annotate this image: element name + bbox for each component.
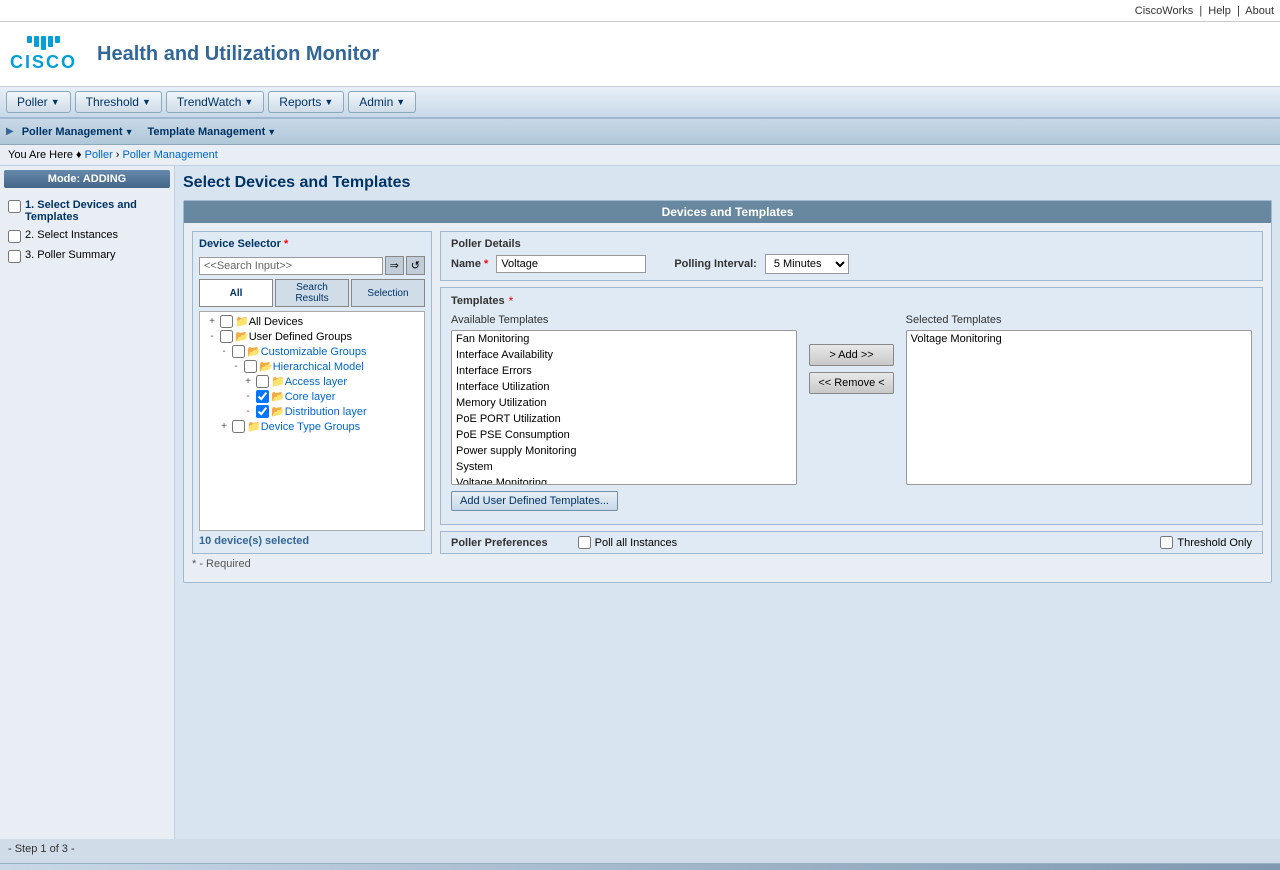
sidebar-step-3: 3. Poller Summary bbox=[4, 246, 170, 266]
search-refresh-button[interactable]: ↺ bbox=[406, 256, 425, 275]
folder-open-icon-3: 📂 bbox=[259, 360, 273, 373]
tree-checkbox-distribution[interactable] bbox=[256, 405, 269, 418]
tree-node-device-type[interactable]: + 📁 Device Type Groups bbox=[202, 419, 422, 434]
tree-checkbox-core[interactable] bbox=[256, 390, 269, 403]
tree-node-core[interactable]: - 📂 Core layer bbox=[202, 389, 422, 404]
nav-admin[interactable]: Admin ▼ bbox=[348, 91, 416, 113]
threshold-only-label: Threshold Only bbox=[1177, 537, 1252, 549]
poll-all-instances-checkbox[interactable] bbox=[578, 536, 591, 549]
help-link[interactable]: Help bbox=[1208, 5, 1231, 17]
available-templates-list[interactable]: Fan Monitoring Interface Availability In… bbox=[451, 330, 797, 485]
folder-open-icon-5: 📂 bbox=[271, 390, 285, 403]
ciscoworks-link[interactable]: CiscoWorks bbox=[1135, 5, 1193, 17]
tab-all[interactable]: All bbox=[199, 279, 273, 307]
device-tree[interactable]: + 📁 All Devices - 📂 bbox=[199, 311, 425, 531]
panel-header: Devices and Templates bbox=[184, 201, 1271, 223]
nav-reports[interactable]: Reports ▼ bbox=[268, 91, 344, 113]
sidebar-step3-checkbox[interactable] bbox=[8, 250, 21, 263]
breadcrumb-prefix: You Are Here bbox=[8, 149, 73, 161]
poll-all-instances-label: Poll all Instances bbox=[595, 537, 678, 549]
templates-label: Templates bbox=[451, 295, 505, 307]
folder-open-icon-2: 📂 bbox=[247, 345, 261, 358]
breadcrumb: You Are Here ♦ Poller › Poller Managemen… bbox=[0, 145, 1280, 166]
poller-preferences-section: Poller Preferences Poll all Instances Th… bbox=[440, 531, 1263, 554]
tab-selection[interactable]: Selection bbox=[351, 279, 425, 307]
available-templates-label: Available Templates bbox=[451, 314, 797, 326]
folder-icon-7: 📁 bbox=[247, 420, 261, 433]
selected-templates-list[interactable]: Voltage Monitoring bbox=[906, 330, 1252, 485]
step-info: - Step 1 of 3 - bbox=[8, 843, 1272, 855]
cisco-logo: CISCO bbox=[10, 36, 77, 73]
tree-checkbox-user-defined[interactable] bbox=[220, 330, 233, 343]
poller-details-label: Poller Details bbox=[451, 238, 521, 250]
tree-node-distribution[interactable]: - 📂 Distribution layer bbox=[202, 404, 422, 419]
folder-icon: 📁 bbox=[235, 315, 249, 328]
tree-node-user-defined[interactable]: - 📂 User Defined Groups bbox=[202, 329, 422, 344]
search-input[interactable] bbox=[199, 257, 383, 275]
tree-checkbox-all-devices[interactable] bbox=[220, 315, 233, 328]
template-buttons-group: > Add >> << Remove < bbox=[805, 314, 897, 394]
tree-node-access[interactable]: + 📁 Access layer bbox=[202, 374, 422, 389]
mode-badge: Mode: ADDING bbox=[4, 170, 170, 188]
add-template-button[interactable]: > Add >> bbox=[809, 344, 893, 366]
folder-open-icon: 📂 bbox=[235, 330, 249, 343]
nav-trendwatch[interactable]: TrendWatch ▼ bbox=[166, 91, 264, 113]
breadcrumb-poller-management-link[interactable]: Poller Management bbox=[122, 149, 217, 161]
sidebar-step-2: 2. Select Instances bbox=[4, 226, 170, 246]
subnav-arrow-icon: ▶ bbox=[6, 126, 14, 137]
sidebar-step-1: 1. Select Devices and Templates bbox=[4, 196, 170, 226]
poller-prefs-label: Poller Preferences bbox=[451, 537, 548, 549]
polling-interval-label: Polling Interval: bbox=[674, 258, 757, 270]
nav-threshold[interactable]: Threshold ▼ bbox=[75, 91, 162, 113]
poller-name-input[interactable] bbox=[496, 255, 646, 273]
tree-checkbox-hierarchical[interactable] bbox=[244, 360, 257, 373]
tree-node-hierarchical[interactable]: - 📂 Hierarchical Model bbox=[202, 359, 422, 374]
required-note: * - Required bbox=[192, 554, 1263, 574]
polling-interval-select[interactable]: 1 Minute 5 Minutes 10 Minutes 15 Minutes… bbox=[765, 254, 849, 274]
sidebar-step1-checkbox[interactable] bbox=[8, 200, 21, 213]
subnav-template-management[interactable]: Template Management ▼ bbox=[141, 124, 282, 140]
name-label: Name * bbox=[451, 258, 488, 270]
device-selector-label: Device Selector * bbox=[199, 238, 425, 250]
tab-search-results[interactable]: Search Results bbox=[275, 279, 349, 307]
device-count: 10 device(s) selected bbox=[199, 535, 425, 547]
poller-details-section: Poller Details Name * Polling Interval: … bbox=[440, 231, 1263, 281]
tree-checkbox-access[interactable] bbox=[256, 375, 269, 388]
app-title: Health and Utilization Monitor bbox=[97, 43, 379, 66]
search-go-button[interactable]: ⇒ bbox=[385, 256, 404, 275]
about-link[interactable]: About bbox=[1245, 5, 1274, 17]
tree-checkbox-device-type[interactable] bbox=[232, 420, 245, 433]
tree-checkbox-customizable[interactable] bbox=[232, 345, 245, 358]
breadcrumb-poller-link[interactable]: Poller bbox=[85, 149, 113, 161]
folder-icon-4: 📁 bbox=[271, 375, 285, 388]
templates-section: Templates * Available Templates Fan Moni… bbox=[440, 287, 1263, 525]
subnav-poller-management[interactable]: Poller Management ▼ bbox=[16, 124, 140, 140]
available-templates-container: Available Templates Fan Monitoring Inter… bbox=[451, 314, 797, 485]
tree-node-customizable[interactable]: - 📂 Customizable Groups bbox=[202, 344, 422, 359]
nav-poller[interactable]: Poller ▼ bbox=[6, 91, 71, 113]
selected-templates-label: Selected Templates bbox=[906, 314, 1252, 326]
remove-template-button[interactable]: << Remove < bbox=[809, 372, 893, 394]
top-bar-links: CiscoWorks | Help | About bbox=[1135, 5, 1274, 17]
threshold-only-item: Threshold Only bbox=[1160, 536, 1252, 549]
poll-all-instances-item: Poll all Instances bbox=[578, 536, 678, 549]
tree-node-all-devices[interactable]: + 📁 All Devices bbox=[202, 314, 422, 329]
page-title: Select Devices and Templates bbox=[183, 174, 1272, 192]
threshold-only-checkbox[interactable] bbox=[1160, 536, 1173, 549]
folder-open-icon-6: 📂 bbox=[271, 405, 285, 418]
sidebar-step2-checkbox[interactable] bbox=[8, 230, 21, 243]
add-user-defined-templates-button[interactable]: Add User Defined Templates... bbox=[451, 491, 618, 511]
selected-templates-container: Selected Templates Voltage Monitoring bbox=[906, 314, 1252, 485]
